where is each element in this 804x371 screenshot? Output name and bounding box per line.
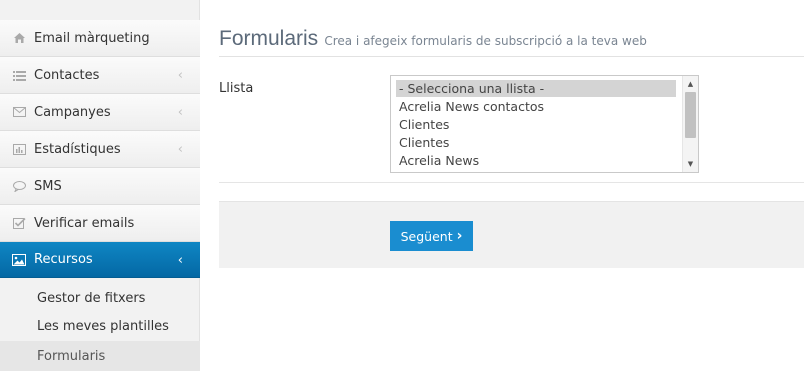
sidebar-item-sms[interactable]: SMS xyxy=(0,168,200,205)
submenu-item-gestor-de-fitxers[interactable]: Gestor de fitxers xyxy=(0,284,200,312)
sidebar-item-label: Campanyes xyxy=(34,104,111,120)
page-subtitle: Crea i afegeix formularis de subscripció… xyxy=(324,34,647,48)
chevron-left-icon: ‹ xyxy=(177,142,183,157)
submenu-item-les-meves-plantilles[interactable]: Les meves plantilles xyxy=(0,312,200,340)
scroll-up-arrow-icon[interactable]: ▲ xyxy=(683,77,698,91)
next-button[interactable]: Següent › xyxy=(390,221,473,251)
sidebar-item-campanyes[interactable]: Campanyes ‹ xyxy=(0,94,200,131)
sidebar-item-verificar-emails[interactable]: Verificar emails xyxy=(0,205,200,242)
chevron-left-icon: ‹ xyxy=(177,68,183,83)
sidebar-item-email-marqueting[interactable]: Email màrqueting xyxy=(0,20,200,57)
next-button-label: Següent xyxy=(400,228,453,244)
sidebar: Email màrqueting Contactes ‹ Campanyes ‹… xyxy=(0,0,200,371)
sidebar-item-contactes[interactable]: Contactes ‹ xyxy=(0,57,200,94)
sidebar-item-label: Email màrqueting xyxy=(34,30,150,46)
sidebar-item-label: Verificar emails xyxy=(34,215,135,231)
chevron-right-icon: › xyxy=(456,228,463,244)
scrollbar-thumb[interactable] xyxy=(685,92,696,138)
submenu-item-formularis[interactable]: Formularis xyxy=(0,341,200,371)
list-icon xyxy=(12,68,26,82)
scroll-down-arrow-icon[interactable]: ▼ xyxy=(683,157,698,171)
list-option[interactable]: Acrelia News xyxy=(396,152,676,169)
list-option[interactable]: Clientes xyxy=(396,134,676,151)
sidebar-item-label: Contactes xyxy=(34,67,100,83)
bar-chart-icon xyxy=(12,142,26,156)
list-select[interactable]: - Selecciona una llista - Acrelia News c… xyxy=(390,75,699,173)
sidebar-item-label: Estadístiques xyxy=(34,141,121,157)
envelope-icon xyxy=(12,105,26,119)
list-option[interactable]: - Selecciona una llista - xyxy=(396,80,676,97)
speech-bubble-icon xyxy=(12,179,26,193)
image-icon xyxy=(12,253,26,267)
checkbox-icon xyxy=(12,216,26,230)
sidebar-item-estadistiques[interactable]: Estadístiques ‹ xyxy=(0,131,200,168)
sidebar-item-label: Recursos xyxy=(34,252,93,267)
page-title: Formularis xyxy=(219,27,319,50)
chevron-left-icon: ‹ xyxy=(177,105,183,120)
list-option[interactable]: Acrelia News contactos xyxy=(396,98,676,115)
page-header: Formularis Crea i afegeix formularis de … xyxy=(219,27,804,57)
sidebar-item-recursos[interactable]: Recursos ‹ xyxy=(0,242,200,278)
divider xyxy=(219,182,804,183)
home-icon xyxy=(12,31,26,45)
list-scrollbar[interactable]: ▲ ▼ xyxy=(682,76,698,172)
form-actions: Següent › xyxy=(219,201,804,268)
list-option[interactable]: Clientes xyxy=(396,116,676,133)
sidebar-item-label: SMS xyxy=(34,178,62,194)
chevron-left-icon: ‹ xyxy=(177,253,183,268)
list-label: Llista xyxy=(219,81,254,96)
